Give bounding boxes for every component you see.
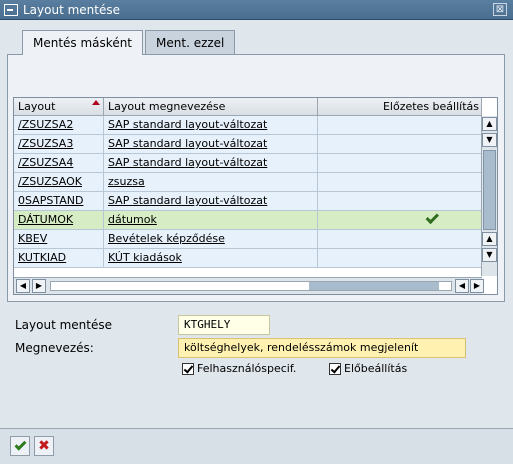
scroll-right-icon[interactable]: ▶: [32, 279, 46, 293]
vertical-scrollbar[interactable]: ▲ ▼ ▲ ▼: [481, 116, 497, 276]
dialog-footer: ✖: [0, 428, 513, 464]
cell-default: [318, 173, 482, 191]
cell-layout[interactable]: DÁTUMOK: [14, 211, 104, 229]
page-up-icon[interactable]: ▲: [482, 232, 497, 246]
scroll-right-end-icon[interactable]: ▶: [470, 279, 484, 293]
user-specific-checkbox[interactable]: Felhasználóspecif.: [182, 362, 296, 375]
description-label: Megnevezés:: [15, 341, 94, 355]
cell-name[interactable]: Bevételek képződése: [104, 230, 318, 248]
close-icon[interactable]: ⊠: [493, 3, 507, 16]
cell-default: [318, 192, 482, 210]
page-down-icon[interactable]: ▼: [482, 248, 497, 262]
confirm-button[interactable]: [10, 436, 30, 456]
column-header-default[interactable]: Előzetes beállítás: [318, 98, 482, 116]
scroll-track[interactable]: [50, 281, 452, 291]
window-icon: [4, 3, 18, 16]
scroll-thumb[interactable]: [483, 150, 496, 230]
cell-layout[interactable]: KUTKIAD: [14, 249, 104, 267]
table-row[interactable]: KUTKIAD KÚT kiadások: [14, 249, 482, 268]
cell-name[interactable]: zsuzsa: [104, 173, 318, 191]
cell-name[interactable]: SAP standard layout-változat: [104, 154, 318, 172]
tab-panel: Layout Layout megnevezése Előzetes beáll…: [7, 54, 505, 302]
table-body: /ZSUZSA2 SAP standard layout-változat /Z…: [14, 116, 482, 268]
tab-strip: Mentés másként Ment. ezzel: [22, 30, 237, 55]
horizontal-scrollbar[interactable]: ◀ ▶ ◀ ▶: [14, 277, 484, 294]
cell-name[interactable]: KÚT kiadások: [104, 249, 318, 267]
cell-layout[interactable]: KBEV: [14, 230, 104, 248]
description-input[interactable]: költséghelyek, rendelésszámok megjelenít: [178, 338, 466, 358]
default-setting-label: Előbeállítás: [344, 362, 408, 375]
layout-table: Layout Layout megnevezése Előzetes beáll…: [13, 97, 498, 295]
tab-save-with[interactable]: Ment. ezzel: [145, 30, 236, 54]
title-bar: Layout mentése ⊠: [0, 0, 513, 20]
checkbox-checked-icon[interactable]: [329, 362, 341, 375]
cell-layout[interactable]: 0SAPSTAND: [14, 192, 104, 210]
cell-layout[interactable]: /ZSUZSA4: [14, 154, 104, 172]
scroll-left-icon[interactable]: ◀: [16, 279, 30, 293]
cell-default: [318, 211, 482, 229]
table-header: Layout Layout megnevezése Előzetes beáll…: [14, 98, 482, 116]
table-row[interactable]: KBEV Bevételek képződése: [14, 230, 482, 249]
sort-ascending-icon: [92, 100, 100, 105]
checkmark-icon: [13, 438, 27, 451]
checkbox-checked-icon[interactable]: [182, 362, 194, 375]
layout-name-input[interactable]: KTGHELY: [178, 315, 270, 335]
cell-default: [318, 116, 482, 134]
table-row[interactable]: 0SAPSTAND SAP standard layout-változat: [14, 192, 482, 211]
cancel-button[interactable]: ✖: [34, 436, 54, 456]
column-header-layout[interactable]: Layout: [14, 98, 104, 116]
cell-layout[interactable]: /ZSUZSA3: [14, 135, 104, 153]
window-title: Layout mentése: [23, 2, 121, 17]
checkmark-icon: [425, 211, 440, 225]
table-row[interactable]: /ZSUZSA4 SAP standard layout-változat: [14, 154, 482, 173]
cell-default: [318, 135, 482, 153]
table-row[interactable]: /ZSUZSA3 SAP standard layout-változat: [14, 135, 482, 154]
cell-name[interactable]: SAP standard layout-változat: [104, 192, 318, 210]
cell-name[interactable]: SAP standard layout-változat: [104, 116, 318, 134]
cell-default: [318, 249, 482, 267]
cancel-x-icon: ✖: [38, 438, 50, 454]
cell-default: [318, 230, 482, 248]
cell-layout[interactable]: /ZSUZSA2: [14, 116, 104, 134]
table-row-selected[interactable]: DÁTUMOK dátumok: [14, 211, 482, 230]
column-header-name[interactable]: Layout megnevezése: [104, 98, 318, 116]
scroll-thumb-horizontal[interactable]: [309, 282, 439, 290]
cell-layout[interactable]: /ZSUZSAOK: [14, 173, 104, 191]
scroll-left-end-icon[interactable]: ◀: [455, 279, 469, 293]
cell-name[interactable]: dátumok: [104, 211, 318, 229]
table-row[interactable]: /ZSUZSAOK zsuzsa: [14, 173, 482, 192]
tab-save-as[interactable]: Mentés másként: [22, 30, 144, 55]
scroll-up-icon[interactable]: ▲: [482, 117, 497, 131]
table-row[interactable]: /ZSUZSA2 SAP standard layout-változat: [14, 116, 482, 135]
layout-save-label: Layout mentése: [15, 318, 113, 332]
scroll-down-icon[interactable]: ▼: [482, 133, 497, 147]
cell-default: [318, 154, 482, 172]
default-setting-checkbox[interactable]: Előbeállítás: [329, 362, 407, 375]
cell-name[interactable]: SAP standard layout-változat: [104, 135, 318, 153]
user-specific-label: Felhasználóspecif.: [197, 362, 297, 375]
